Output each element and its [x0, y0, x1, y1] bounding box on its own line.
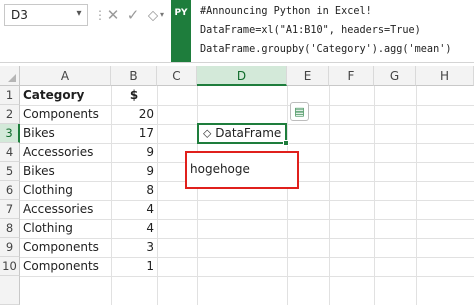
cell-b5[interactable]: 9 — [111, 162, 157, 181]
column-header-e[interactable]: E — [287, 66, 329, 86]
cell-a5[interactable]: Bikes — [20, 162, 111, 181]
cell-b7[interactable]: 4 — [111, 200, 157, 219]
active-cell-d3[interactable]: ⬦ DataFrame — [197, 123, 287, 144]
row-header-4[interactable]: 4 — [0, 143, 20, 162]
gridline — [20, 276, 474, 277]
active-cell-value: DataFrame — [215, 126, 282, 140]
cell-b10[interactable]: 1 — [111, 257, 157, 276]
cell-a2[interactable]: Components — [20, 105, 111, 124]
fill-handle[interactable] — [283, 140, 289, 146]
gridline — [416, 86, 417, 305]
column-header-d[interactable]: D — [197, 66, 287, 86]
cell-a6[interactable]: Clothing — [20, 181, 111, 200]
cell-b9[interactable]: 3 — [111, 238, 157, 257]
name-box-value: D3 — [11, 8, 28, 22]
chevron-down-icon[interactable]: ▾ — [160, 10, 168, 20]
python-badge: PY — [171, 0, 191, 62]
row-header-6[interactable]: 6 — [0, 181, 20, 200]
formula-bar-divider — [0, 62, 474, 63]
cancel-icon[interactable]: ✕ — [104, 6, 122, 24]
column-header-b[interactable]: B — [111, 66, 157, 86]
cell-b8[interactable]: 4 — [111, 219, 157, 238]
cell-b4[interactable]: 9 — [111, 143, 157, 162]
cell-b1[interactable]: $ — [111, 86, 157, 105]
formula-input[interactable]: #Announcing Python in Excel! DataFrame=x… — [194, 0, 474, 62]
row-header-11[interactable] — [0, 276, 20, 305]
cell-b3[interactable]: 17 — [111, 124, 157, 143]
row-header-8[interactable]: 8 — [0, 219, 20, 238]
formula-line: DataFrame.groupby('Category').agg('mean'… — [200, 44, 452, 55]
gridline — [157, 86, 158, 305]
cell-a1[interactable]: Category — [20, 86, 111, 105]
cell-b6[interactable]: 8 — [111, 181, 157, 200]
cell-a9[interactable]: Components — [20, 238, 111, 257]
row-header-3[interactable]: 3 — [0, 124, 20, 143]
gridline — [287, 86, 288, 305]
card-view-icon[interactable]: ▤ — [290, 102, 309, 121]
formula-line: #Announcing Python in Excel! — [200, 6, 372, 17]
row-header-2[interactable]: 2 — [0, 105, 20, 124]
chevron-down-icon[interactable]: ▾ — [73, 8, 85, 22]
gridline — [374, 86, 375, 305]
annotation-text: hogehoge — [190, 162, 250, 176]
cell-a4[interactable]: Accessories — [20, 143, 111, 162]
column-header-c[interactable]: C — [157, 66, 197, 86]
dataframe-icon[interactable]: ⬦ — [203, 126, 211, 140]
select-all-icon — [8, 74, 16, 82]
row-header-7[interactable]: 7 — [0, 200, 20, 219]
row-header-5[interactable]: 5 — [0, 162, 20, 181]
annotation-box: hogehoge — [185, 151, 299, 189]
cell-a7[interactable]: Accessories — [20, 200, 111, 219]
cell-a10[interactable]: Components — [20, 257, 111, 276]
column-header-h[interactable]: H — [416, 66, 474, 86]
column-header-g[interactable]: G — [374, 66, 416, 86]
row-header-9[interactable]: 9 — [0, 238, 20, 257]
column-header-f[interactable]: F — [329, 66, 374, 86]
row-header-1[interactable]: 1 — [0, 86, 20, 105]
gridline — [329, 86, 330, 305]
gridline — [197, 86, 198, 305]
cell-a3[interactable]: Bikes — [20, 124, 111, 143]
column-header-a[interactable]: A — [20, 66, 111, 86]
formula-line: DataFrame=xl("A1:B10", headers=True) — [200, 25, 421, 36]
enter-icon[interactable]: ✓ — [124, 6, 142, 24]
cell-a8[interactable]: Clothing — [20, 219, 111, 238]
more-options-icon[interactable]: ⋮ — [94, 8, 106, 22]
row-header-10[interactable]: 10 — [0, 257, 20, 276]
cell-b2[interactable]: 20 — [111, 105, 157, 124]
